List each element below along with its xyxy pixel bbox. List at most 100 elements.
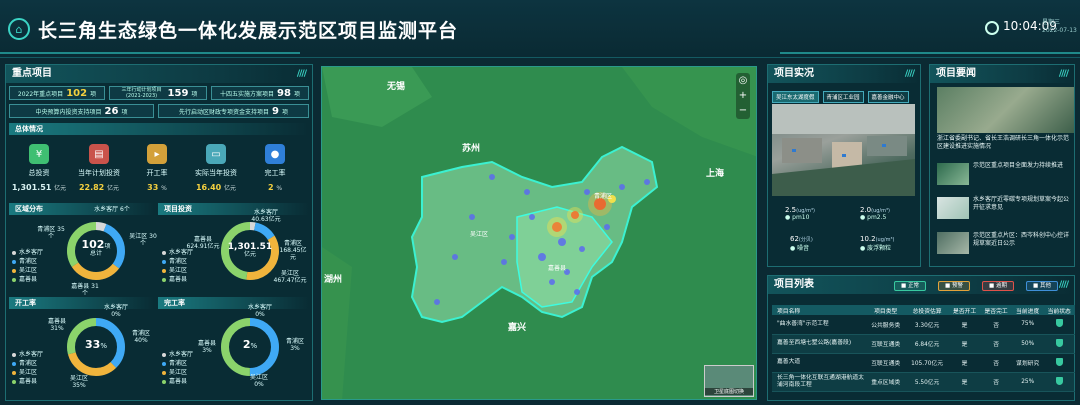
column-header[interactable]: 是否完工 bbox=[980, 305, 1012, 315]
status-cell bbox=[1043, 315, 1075, 335]
legend-label: 嘉善县 bbox=[169, 276, 188, 283]
legend-item[interactable]: 青浦区 bbox=[162, 359, 193, 368]
shield-icon bbox=[1055, 376, 1063, 385]
tab-site[interactable]: 青浦区工业园 bbox=[822, 91, 864, 103]
news-headline[interactable]: 浙江省委副书记、省长王浩调研长三角一体化示范区建设推进实施情况 bbox=[937, 135, 1074, 151]
locate-icon[interactable]: ◎ bbox=[736, 73, 750, 88]
project-finished: 否 bbox=[980, 372, 1012, 392]
zoom-out-icon[interactable]: − bbox=[736, 103, 750, 118]
filter-overdue-button[interactable]: ■ 逾期 bbox=[982, 281, 1014, 291]
project-started: 是 bbox=[948, 334, 981, 354]
project-progress: 75% bbox=[1011, 315, 1044, 335]
legend-item[interactable]: 水乡客厅 bbox=[12, 248, 43, 257]
filter-label: 逾期 bbox=[995, 283, 1007, 289]
table-header-row: 项目名称 项目类型 总投资估算 是否开工 是否完工 当前进度 当前状态 bbox=[772, 305, 1075, 315]
news-item[interactable]: 示范区重点项目全面发力持续推进 bbox=[973, 162, 1074, 170]
legend-item[interactable]: 吴江区 bbox=[12, 266, 43, 275]
site-camera-image[interactable] bbox=[772, 104, 915, 196]
map-controls[interactable]: ◎ + − bbox=[736, 73, 750, 119]
kpi-unit: 项 bbox=[281, 108, 288, 116]
start-legend: 水乡客厅 青浦区 吴江区 嘉善县 bbox=[12, 350, 43, 386]
value: 16.40 bbox=[195, 183, 222, 192]
zoom-in-icon[interactable]: + bbox=[736, 88, 750, 103]
env-label-text: pm2.5 bbox=[867, 214, 887, 221]
status-cell bbox=[1043, 334, 1075, 354]
overview-header: 总体情况 bbox=[9, 123, 309, 135]
panel-header: 重点项目 //// bbox=[6, 65, 312, 83]
shield-icon bbox=[1055, 357, 1063, 366]
tab-site[interactable]: 嘉善金融中心 bbox=[867, 91, 909, 103]
table-row[interactable]: 嘉善至西塘七墅公路(嘉善段) 互联互通类 6.84亿元 是 否 50% bbox=[772, 334, 1075, 354]
filter-warning-button[interactable]: ■ 预警 bbox=[938, 281, 970, 291]
kpi-fiscal[interactable]: 先行启动区财政专项资金支持项目 9 项 bbox=[158, 104, 309, 118]
column-header[interactable]: 是否开工 bbox=[948, 305, 981, 315]
slashes-icon: //// bbox=[296, 69, 307, 79]
legend-item[interactable]: 水乡客厅 bbox=[162, 248, 193, 257]
legend-item[interactable]: 水乡客厅 bbox=[12, 350, 43, 359]
filter-normal-button[interactable]: ■ 正常 bbox=[894, 281, 926, 291]
home-icon[interactable]: ⌂ bbox=[8, 18, 30, 40]
column-header[interactable]: 当前状态 bbox=[1043, 305, 1075, 315]
legend-item[interactable]: 青浦区 bbox=[12, 359, 43, 368]
column-header[interactable]: 当前进度 bbox=[1011, 305, 1044, 315]
env-label: ● 废浮颗粒 bbox=[860, 245, 892, 252]
project-progress: 50% bbox=[1011, 334, 1044, 354]
table-row[interactable]: 嘉善大道 互联互通类 105.70亿元 是 否 谋划研究 bbox=[772, 353, 1075, 373]
kpi-three-year[interactable]: 三年行动计划项目(2021-2023) 159 项 bbox=[109, 86, 207, 100]
kpi-label: 先行启动区财政专项资金支持项目 bbox=[179, 108, 270, 116]
env-value: 2.5 bbox=[785, 206, 797, 214]
project-invest: 105.70亿元 bbox=[905, 353, 949, 373]
panel-title: 重点项目 bbox=[12, 68, 52, 79]
legend-item[interactable]: 水乡客厅 bbox=[162, 350, 193, 359]
news-photo[interactable] bbox=[937, 87, 1074, 133]
legend-label: 青浦区 bbox=[169, 360, 188, 367]
divider bbox=[780, 52, 1080, 54]
site-tabs: 吴江东太湖度假 青浦区工业园 嘉善金融中心 bbox=[772, 91, 909, 103]
column-header[interactable]: 项目名称 bbox=[772, 305, 866, 315]
kpi-2022[interactable]: 2022年重点项目 102 项 bbox=[9, 86, 105, 100]
column-header[interactable]: 总投资估算 bbox=[905, 305, 949, 315]
invest-label: 水乡客厅 40.63亿元 bbox=[251, 209, 281, 223]
map-canvas bbox=[322, 67, 756, 399]
kpi-central[interactable]: 中央预算内投资支持项目 26 项 bbox=[9, 104, 154, 118]
news-thumb[interactable] bbox=[937, 232, 969, 254]
table-row[interactable]: 长三角一体化互联互通湖港航道太浦河南段工程 重点区域类 5.50亿元 是 否 2… bbox=[772, 372, 1075, 392]
indicator-label: 开工率 bbox=[146, 169, 168, 177]
project-started: 是 bbox=[948, 372, 981, 392]
status-cell bbox=[1043, 372, 1075, 392]
panel-header: 项目实况 //// bbox=[768, 65, 920, 83]
news-item[interactable]: 示范区重点片区：西岑科创中心控详规草案近日公示 bbox=[973, 232, 1074, 248]
legend-label: 嘉善县 bbox=[19, 378, 38, 385]
finish-label: 吴江区 0% bbox=[249, 374, 268, 388]
start-header: 开工率 bbox=[9, 297, 154, 309]
news-item[interactable]: 水乡客厅近零碳专项规划草案今起公开征求意见 bbox=[973, 196, 1074, 212]
table-row[interactable]: "曲水善湾"示范工程 公共服务类 3.30亿元 是 否 75% bbox=[772, 315, 1075, 335]
news-thumb[interactable] bbox=[937, 163, 969, 185]
heat-map[interactable]: 无锡 苏州 上海 湖州 嘉兴 吴江区 青浦区 嘉善县 ◎ + − 卫星底图切换 bbox=[321, 66, 757, 400]
legend-item[interactable]: 嘉善县 bbox=[162, 377, 193, 386]
legend-item[interactable]: 吴江区 bbox=[162, 266, 193, 275]
legend-item[interactable]: 青浦区 bbox=[12, 257, 43, 266]
filter-other-button[interactable]: ■ 其他 bbox=[1026, 281, 1058, 291]
legend-item[interactable]: 嘉善县 bbox=[162, 275, 193, 284]
project-finished: 否 bbox=[980, 315, 1012, 335]
legend-item[interactable]: 吴江区 bbox=[12, 368, 43, 377]
env-label: ● pm10 bbox=[785, 214, 810, 221]
project-type: 重点区域类 bbox=[866, 372, 906, 392]
basemap-toggle[interactable]: 卫星底图切换 bbox=[704, 365, 754, 397]
city-label: 湖州 bbox=[324, 275, 343, 285]
news-thumb[interactable] bbox=[937, 197, 969, 219]
unit: % bbox=[161, 185, 167, 192]
kpi-14th[interactable]: 十四五实施方案项目 98 项 bbox=[211, 86, 309, 100]
panel-title: 项目要闻 bbox=[936, 68, 976, 79]
legend-label: 青浦区 bbox=[169, 258, 188, 265]
legend-item[interactable]: 嘉善县 bbox=[12, 275, 43, 284]
legend-label: 吴江区 bbox=[169, 267, 188, 274]
legend-item[interactable]: 嘉善县 bbox=[12, 377, 43, 386]
legend-item[interactable]: 青浦区 bbox=[162, 257, 193, 266]
legend-item[interactable]: 吴江区 bbox=[162, 368, 193, 377]
tab-site[interactable]: 吴江东太湖度假 bbox=[772, 91, 819, 103]
column-header[interactable]: 项目类型 bbox=[866, 305, 906, 315]
indicator-value: 22.82 亿元 bbox=[69, 183, 129, 192]
project-progress: 25% bbox=[1011, 372, 1044, 392]
